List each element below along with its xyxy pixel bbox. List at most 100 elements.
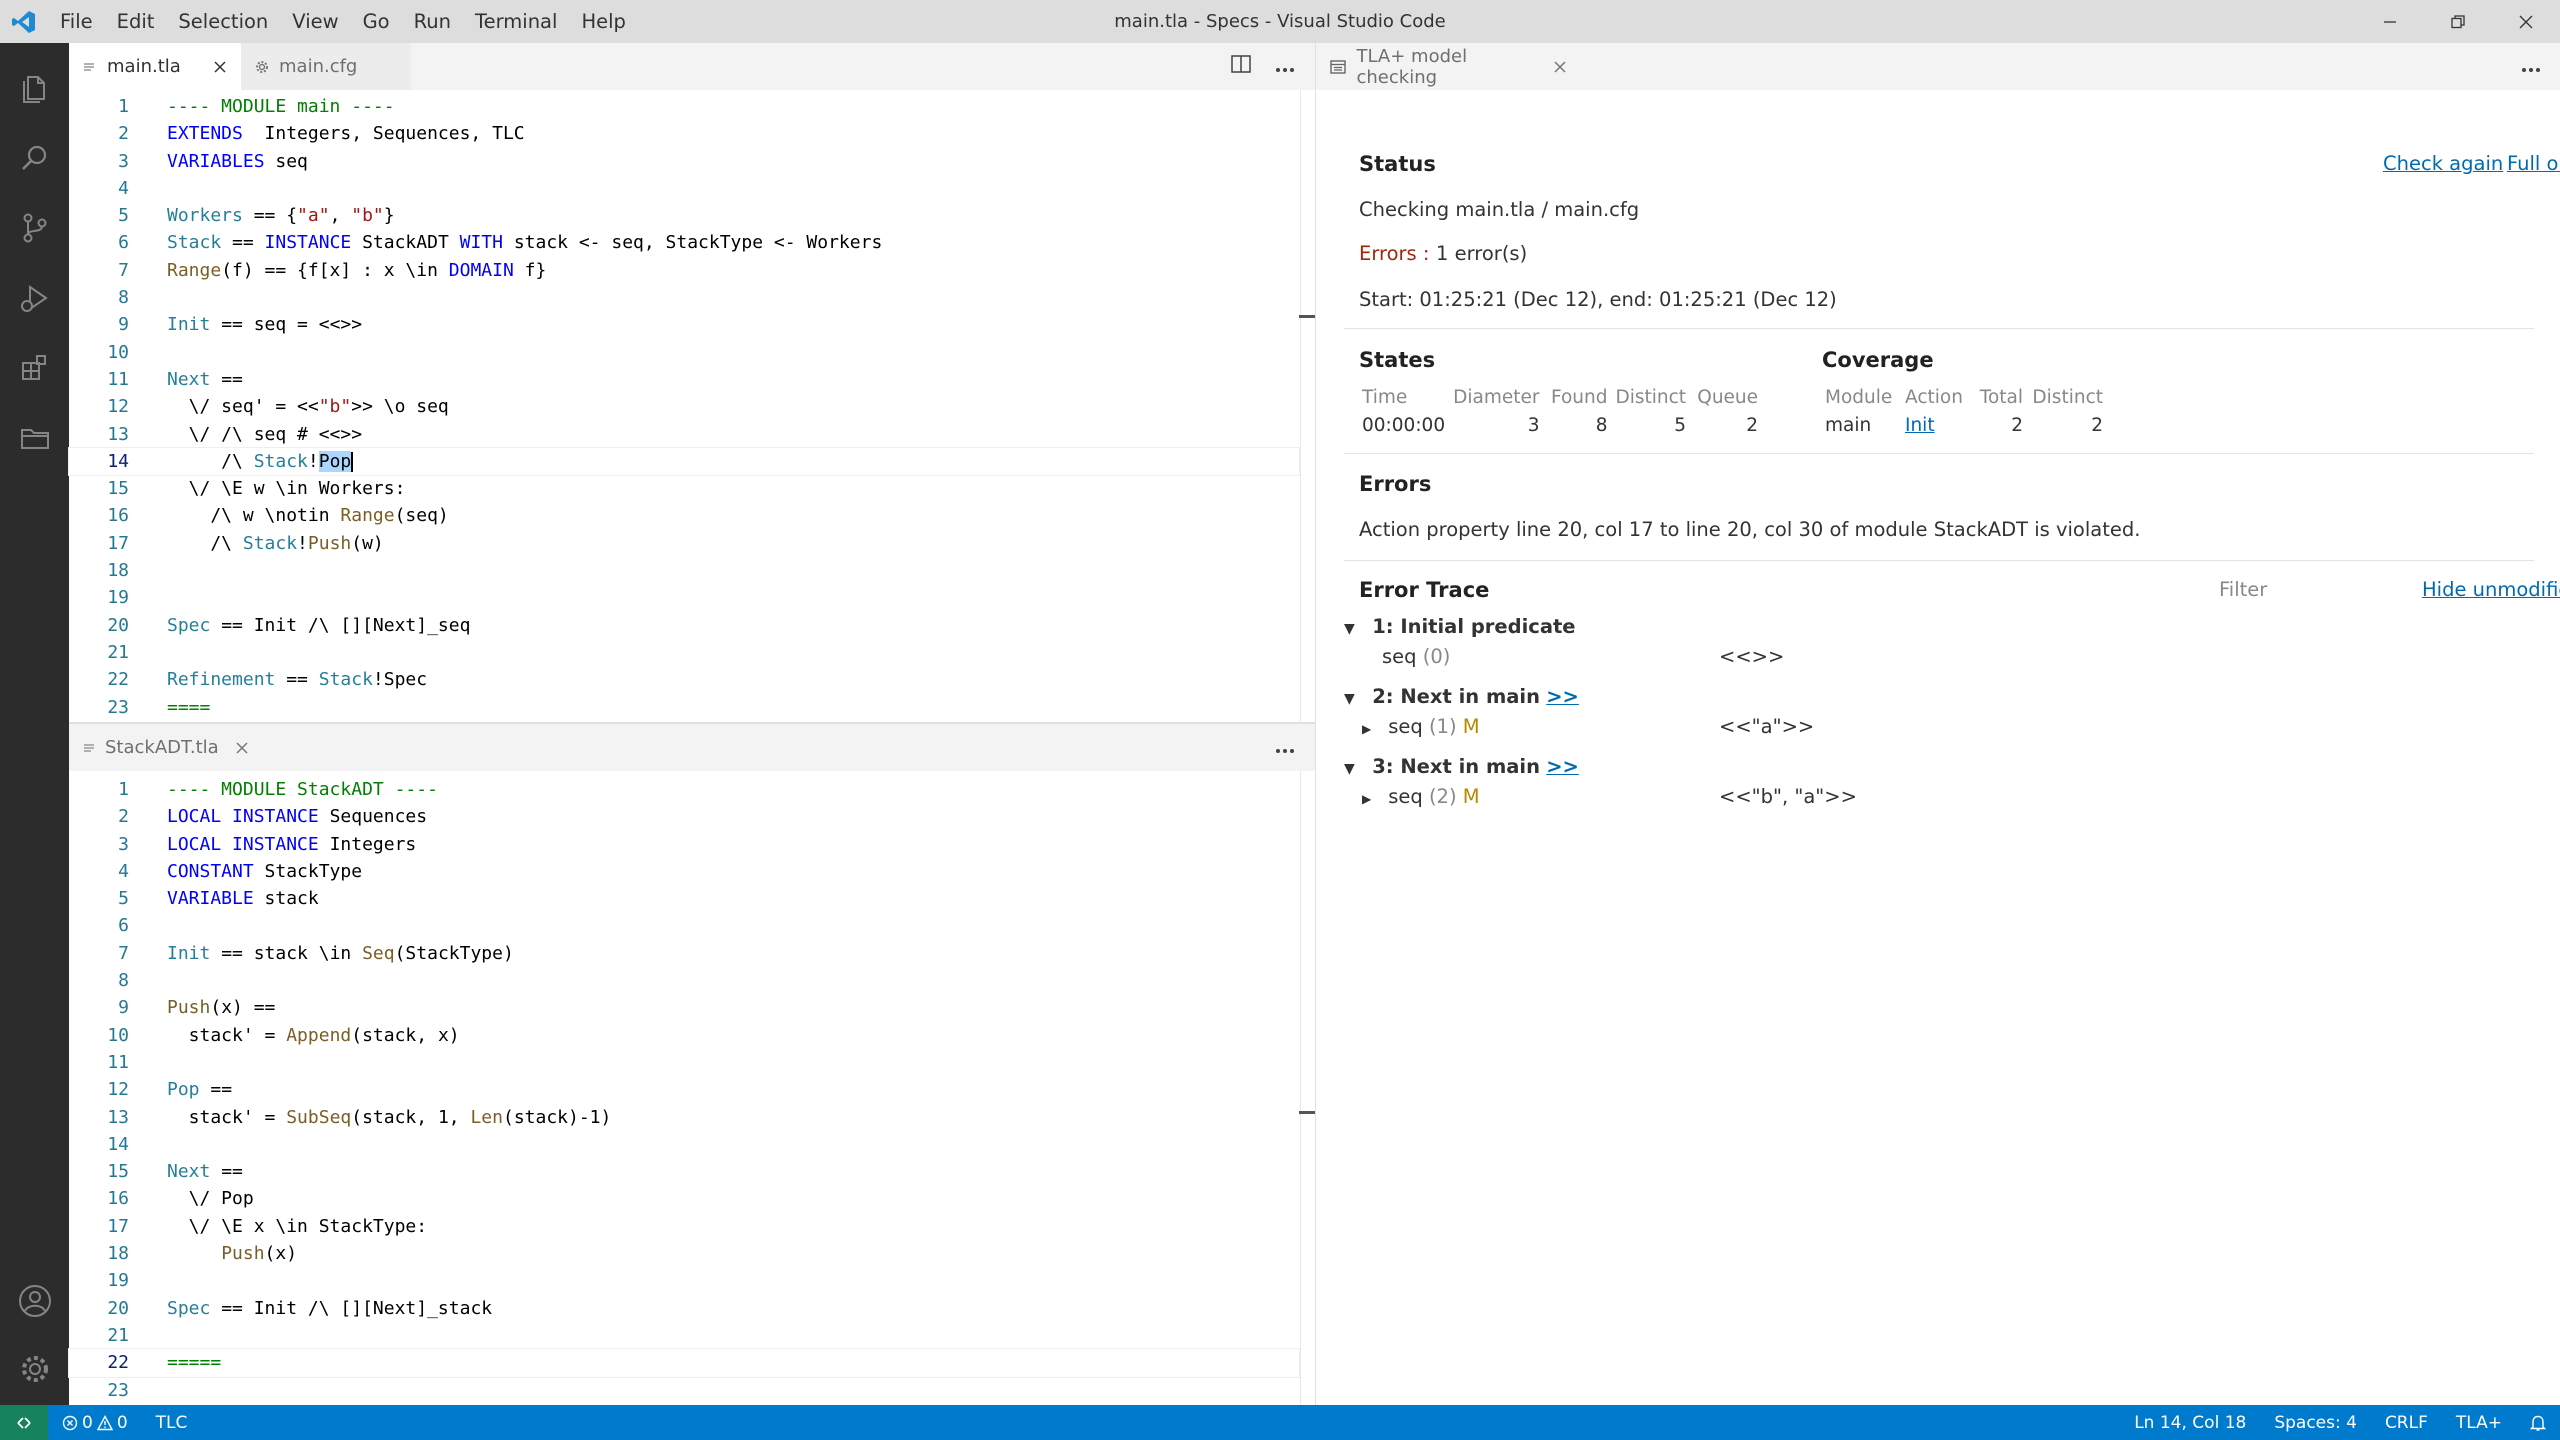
run-debug-button[interactable] xyxy=(0,263,69,332)
close-window-button[interactable] xyxy=(2492,0,2560,43)
trace-variable-row[interactable]: ▶ seq (2) M xyxy=(1362,785,1480,808)
code-line[interactable]: 7 Init == stack \in Seq(StackType) xyxy=(69,940,1299,967)
menu-edit[interactable]: Edit xyxy=(105,0,167,43)
manage-button[interactable] xyxy=(0,1334,69,1403)
chevron-down-icon[interactable]: ▼ xyxy=(1344,761,1366,777)
menu-selection[interactable]: Selection xyxy=(166,0,280,43)
code-line[interactable]: 15 Next == xyxy=(69,1158,1299,1185)
menu-run[interactable]: Run xyxy=(402,0,463,43)
code-line[interactable]: 17 \/ \E x \in StackType: xyxy=(69,1213,1299,1240)
code-line[interactable]: 16 /\ w \notin Range(seq) xyxy=(69,502,1299,529)
code-line[interactable]: 20 Spec == Init /\ [][Next]_seq xyxy=(69,612,1299,639)
check-again-link[interactable]: Check again xyxy=(2383,152,2503,175)
trace-step-2[interactable]: ▼ 2: Next in main >> xyxy=(1344,685,1579,708)
menu-terminal[interactable]: Terminal xyxy=(463,0,569,43)
code-line[interactable]: 6 xyxy=(69,912,1299,939)
code-line[interactable]: 7 Range(f) == {f[x] : x \in DOMAIN f} xyxy=(69,257,1299,284)
code-line[interactable]: 12 Pop == xyxy=(69,1076,1299,1103)
problems-indicator[interactable]: 0 0 xyxy=(48,1405,142,1440)
code-line[interactable]: 13 stack' = SubSeq(stack, 1, Len(stack)-… xyxy=(69,1104,1299,1131)
code-line[interactable]: 8 xyxy=(69,284,1299,311)
account-button[interactable] xyxy=(0,1266,69,1335)
full-output-link[interactable]: Full output xyxy=(2507,152,2560,175)
indentation[interactable]: Spaces: 4 xyxy=(2260,1405,2371,1440)
remote-indicator[interactable] xyxy=(0,1405,48,1440)
source-control-button[interactable] xyxy=(0,193,69,262)
code-line[interactable]: 18 xyxy=(69,557,1299,584)
close-icon[interactable] xyxy=(235,741,249,755)
minimize-button[interactable] xyxy=(2356,0,2424,43)
restore-button[interactable] xyxy=(2424,0,2492,43)
code-line[interactable]: 19 xyxy=(69,1267,1299,1294)
trace-step-1[interactable]: ▼ 1: Initial predicate xyxy=(1344,615,1576,638)
code-line[interactable]: 22 ===== xyxy=(68,1348,1300,1378)
search-button[interactable] xyxy=(0,123,69,192)
tlc-status[interactable]: TLC xyxy=(142,1405,202,1440)
code-line[interactable]: 1 ---- MODULE StackADT ---- xyxy=(69,776,1299,803)
chevron-right-icon[interactable]: ▶ xyxy=(1362,792,1382,806)
cursor-position[interactable]: Ln 14, Col 18 xyxy=(2120,1405,2260,1440)
code-line[interactable]: 14 /\ Stack!Pop xyxy=(68,446,1300,477)
tab-main-cfg[interactable]: main.cfg xyxy=(241,43,411,90)
trace-filter-input[interactable]: Filter xyxy=(2219,578,2359,601)
menu-file[interactable]: File xyxy=(48,0,105,43)
code-line[interactable]: 17 /\ Stack!Push(w) xyxy=(69,530,1299,557)
code-line[interactable]: 19 xyxy=(69,584,1299,611)
code-editor-main-tla[interactable]: 1 ---- MODULE main ---- 2 EXTENDS Integers,… xyxy=(68,93,1300,721)
code-line[interactable]: 10 stack' = Append(stack, x) xyxy=(69,1022,1299,1049)
code-line[interactable]: 1 ---- MODULE main ---- xyxy=(69,93,1299,120)
trace-variable-row[interactable]: ▶ seq (1) M xyxy=(1362,715,1480,738)
code-line[interactable]: 21 xyxy=(69,1322,1299,1349)
close-icon[interactable] xyxy=(213,60,227,74)
notifications-bell[interactable] xyxy=(2516,1405,2560,1440)
editor-scrollbar[interactable] xyxy=(1299,90,1317,724)
chevron-right-icon[interactable]: ▶ xyxy=(1362,722,1382,736)
coverage-action-link[interactable]: Init xyxy=(1905,415,1935,436)
close-icon[interactable] xyxy=(1553,60,1567,74)
tab-main-tla[interactable]: main.tla xyxy=(69,43,241,90)
menu-go[interactable]: Go xyxy=(351,0,402,43)
code-line[interactable]: 23 xyxy=(69,1377,1299,1404)
code-line[interactable]: 5 VARIABLE stack xyxy=(69,885,1299,912)
code-line[interactable]: 11 xyxy=(69,1049,1299,1076)
chevron-down-icon[interactable]: ▼ xyxy=(1344,691,1366,707)
code-line[interactable]: 21 xyxy=(69,639,1299,666)
tab-tla-model-checking[interactable]: TLA+ model checking xyxy=(1316,43,1581,90)
folder-button[interactable] xyxy=(0,403,69,472)
split-editor-icon[interactable] xyxy=(1231,55,1251,78)
more-actions-icon[interactable] xyxy=(1275,55,1295,78)
hide-unmodified-link[interactable]: Hide unmodified xyxy=(2422,578,2560,601)
code-line[interactable]: 23 ==== xyxy=(69,694,1299,721)
chevron-down-icon[interactable]: ▼ xyxy=(1344,621,1366,637)
code-line[interactable]: 13 \/ /\ seq # <<>> xyxy=(69,421,1299,448)
code-line[interactable]: 16 \/ Pop xyxy=(69,1185,1299,1212)
code-line[interactable]: 3 VARIABLES seq xyxy=(69,148,1299,175)
code-line[interactable]: 4 CONSTANT StackType xyxy=(69,858,1299,885)
more-actions-icon[interactable] xyxy=(2521,55,2541,78)
code-line[interactable]: 9 Init == seq = <<>> xyxy=(69,311,1299,338)
code-line[interactable]: 14 xyxy=(69,1131,1299,1158)
code-line[interactable]: 11 Next == xyxy=(69,366,1299,393)
code-editor-stackadt-tla[interactable]: 1 ---- MODULE StackADT ---- 2 LOCAL INSTANC… xyxy=(68,776,1300,1404)
end-of-line[interactable]: CRLF xyxy=(2371,1405,2442,1440)
explorer-button[interactable] xyxy=(0,53,69,122)
code-line[interactable]: 2 EXTENDS Integers, Sequences, TLC xyxy=(69,120,1299,147)
editor-scrollbar[interactable] xyxy=(1299,771,1317,1405)
code-line[interactable]: 10 xyxy=(69,339,1299,366)
goto-action-link[interactable]: >> xyxy=(1546,755,1579,778)
menu-view[interactable]: View xyxy=(280,0,350,43)
code-line[interactable]: 3 LOCAL INSTANCE Integers xyxy=(69,831,1299,858)
code-line[interactable]: 20 Spec == Init /\ [][Next]_stack xyxy=(69,1295,1299,1322)
extensions-button[interactable] xyxy=(0,333,69,402)
language-mode[interactable]: TLA+ xyxy=(2442,1405,2516,1440)
code-line[interactable]: 9 Push(x) == xyxy=(69,994,1299,1021)
code-line[interactable]: 4 xyxy=(69,175,1299,202)
code-line[interactable]: 6 Stack == INSTANCE StackADT WITH stack <… xyxy=(69,229,1299,256)
code-line[interactable]: 2 LOCAL INSTANCE Sequences xyxy=(69,803,1299,830)
code-line[interactable]: 12 \/ seq' = <<"b">> \o seq xyxy=(69,393,1299,420)
code-line[interactable]: 15 \/ \E w \in Workers: xyxy=(69,475,1299,502)
menu-help[interactable]: Help xyxy=(569,0,637,43)
tab-stackadt-tla[interactable]: StackADT.tla xyxy=(69,724,255,771)
code-line[interactable]: 22 Refinement == Stack!Spec xyxy=(69,666,1299,693)
trace-step-3[interactable]: ▼ 3: Next in main >> xyxy=(1344,755,1579,778)
